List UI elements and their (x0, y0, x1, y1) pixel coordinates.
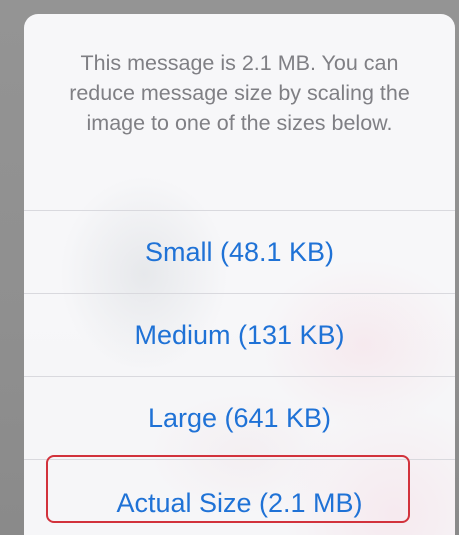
size-message: This message is 2.1 MB. You can reduce m… (69, 51, 410, 135)
large-size-option[interactable]: Large (641 KB) (24, 377, 455, 459)
medium-size-option[interactable]: Medium (131 KB) (24, 294, 455, 376)
image-size-action-sheet: This message is 2.1 MB. You can reduce m… (24, 14, 455, 535)
actual-size-option[interactable]: Actual Size (2.1 MB) (24, 462, 455, 535)
divider (24, 459, 455, 460)
small-size-option[interactable]: Small (48.1 KB) (24, 211, 455, 293)
